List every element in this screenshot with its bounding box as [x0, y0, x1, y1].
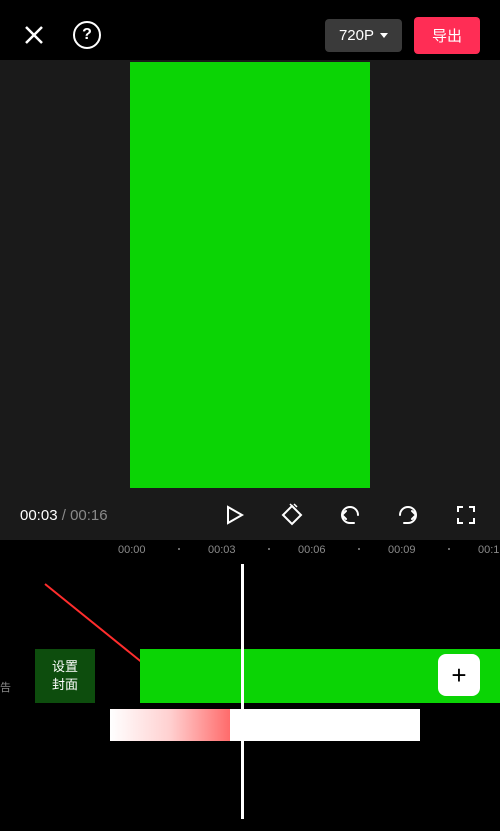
add-clip-button[interactable]: +	[438, 654, 480, 696]
ruler-mark: 00:00	[118, 544, 146, 556]
playhead[interactable]	[241, 564, 244, 819]
ruler-dot	[268, 548, 270, 550]
play-icon	[222, 503, 246, 527]
chevron-down-icon	[380, 33, 388, 38]
video-preview-area	[0, 60, 500, 490]
close-button[interactable]	[20, 21, 48, 49]
ruler-dot	[178, 548, 180, 550]
ruler-dot	[358, 548, 360, 550]
time-display: 00:03 / 00:16	[20, 507, 108, 524]
audio-clip-segment[interactable]	[242, 709, 420, 741]
ruler-mark: 00:1	[478, 544, 499, 556]
ruler-mark: 00:03	[208, 544, 236, 556]
total-time: 00:16	[70, 507, 108, 524]
plus-icon: +	[451, 660, 466, 691]
cover-label-line1: 设置	[52, 658, 78, 676]
keyframe-button[interactable]	[278, 501, 306, 529]
side-label: 告	[0, 679, 10, 695]
diamond-icon	[280, 503, 304, 527]
export-button[interactable]: 导出	[414, 17, 480, 54]
undo-icon	[338, 503, 362, 527]
set-cover-button[interactable]: 设置 封面	[35, 649, 95, 703]
ruler-dot	[448, 548, 450, 550]
resolution-label: 720P	[339, 27, 374, 44]
fullscreen-button[interactable]	[452, 501, 480, 529]
redo-button[interactable]	[394, 501, 422, 529]
timeline-area[interactable]: 告 设置 封面 +	[0, 564, 500, 819]
audio-track[interactable]	[110, 709, 420, 741]
ruler-mark: 00:06	[298, 544, 326, 556]
current-time: 00:03	[20, 507, 58, 524]
video-preview-frame[interactable]	[130, 62, 370, 488]
redo-icon	[396, 503, 420, 527]
fullscreen-icon	[454, 503, 478, 527]
help-button[interactable]: ?	[73, 21, 101, 49]
audio-clip-segment[interactable]	[110, 709, 230, 741]
timeline-ruler[interactable]: 00:00 00:03 00:06 00:09 00:1	[0, 540, 500, 564]
time-separator: /	[58, 507, 71, 524]
resolution-selector[interactable]: 720P	[325, 19, 402, 52]
undo-button[interactable]	[336, 501, 364, 529]
cover-label-line2: 封面	[52, 676, 78, 694]
ruler-mark: 00:09	[388, 544, 416, 556]
help-icon: ?	[82, 26, 92, 44]
export-label: 导出	[432, 28, 462, 45]
close-icon	[22, 23, 46, 47]
play-button[interactable]	[220, 501, 248, 529]
